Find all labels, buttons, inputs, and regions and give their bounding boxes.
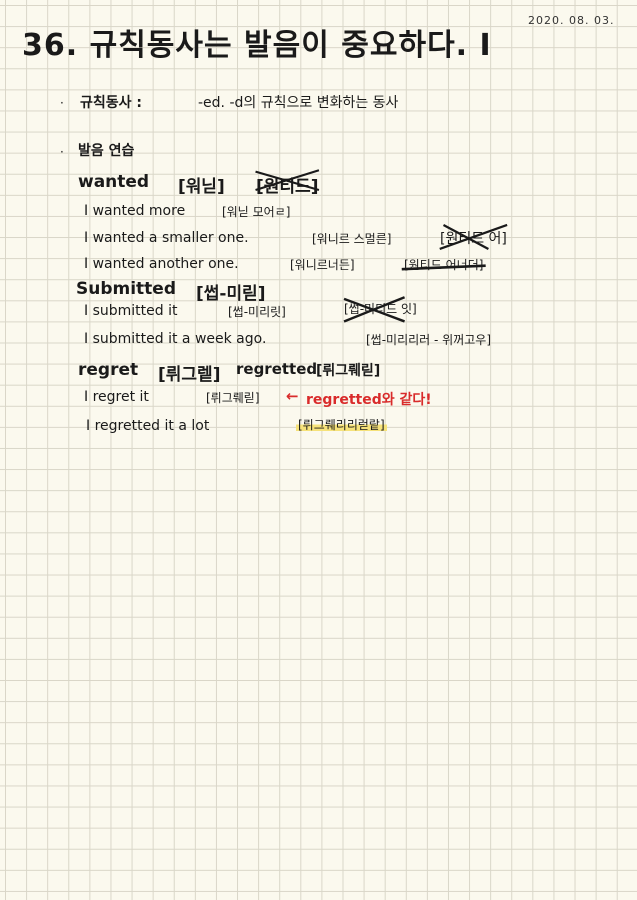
wrong-pron-wanted: [원티드]: [255, 169, 320, 197]
example-submitted-1-pron: [썹-미리릿]: [228, 305, 286, 319]
example-wanted-2: I wanted a smaller one.: [84, 230, 249, 246]
pron-regret: [뤼그렡]: [158, 365, 221, 385]
example-regret-2: I regretted it a lot: [86, 418, 210, 434]
example-wanted-3-pron: [워니르너든]: [290, 258, 355, 272]
example-submitted-1-wrong: [썹-미티드 잇]: [343, 296, 417, 323]
word-regretted: regretted: [236, 360, 318, 378]
example-submitted-2-pron: [썹-미리리러 - 위꺼고우]: [366, 333, 492, 347]
example-wanted-2-wrong: [원티드 어]: [439, 223, 508, 251]
regret-note: regretted와 같다!: [306, 392, 432, 408]
example-wanted-3-wrong: [원티드 어너더]: [401, 256, 486, 273]
bullet-dot: ·: [60, 96, 64, 110]
example-regret-1: I regret it: [84, 389, 149, 405]
highlighted-pronunciation: [뤼그뤠리리럳랕]: [296, 418, 387, 432]
pron-regretted: [뤼그뤠릳]: [316, 363, 381, 379]
date-label: 2020. 08. 03.: [528, 14, 615, 27]
practice-title: 발음 연습: [78, 143, 135, 159]
example-wanted-3: I wanted another one.: [84, 256, 239, 272]
example-regret-1-pron: [뤼그뤠릳]: [206, 391, 260, 405]
example-submitted-1: I submitted it: [84, 303, 178, 319]
pron-wanted: [워닏]: [178, 177, 225, 197]
definition-term: 규칙동사 :: [80, 95, 142, 111]
bullet-dot: ·: [60, 145, 64, 159]
example-regret-2-pron: [뤼그뤠리리럳랕]: [296, 416, 387, 433]
word-wanted: wanted: [78, 172, 150, 192]
pron-submitted: [썹-미릳]: [196, 284, 266, 304]
word-regret: regret: [78, 360, 139, 380]
page-title: 36. 규칙동사는 발음이 중요하다. I: [22, 28, 492, 63]
example-wanted-1-pron: [워닏 모어ㄹ]: [222, 205, 291, 219]
definition-text: -ed. -d의 규칙으로 변화하는 동사: [198, 95, 399, 111]
example-wanted-2-pron: [워니르 스멀른]: [312, 232, 392, 246]
word-submitted: Submitted: [76, 279, 177, 299]
left-arrow-icon: ←: [286, 387, 299, 405]
example-wanted-1: I wanted more: [84, 203, 186, 219]
example-submitted-2: I submitted it a week ago.: [84, 331, 267, 347]
